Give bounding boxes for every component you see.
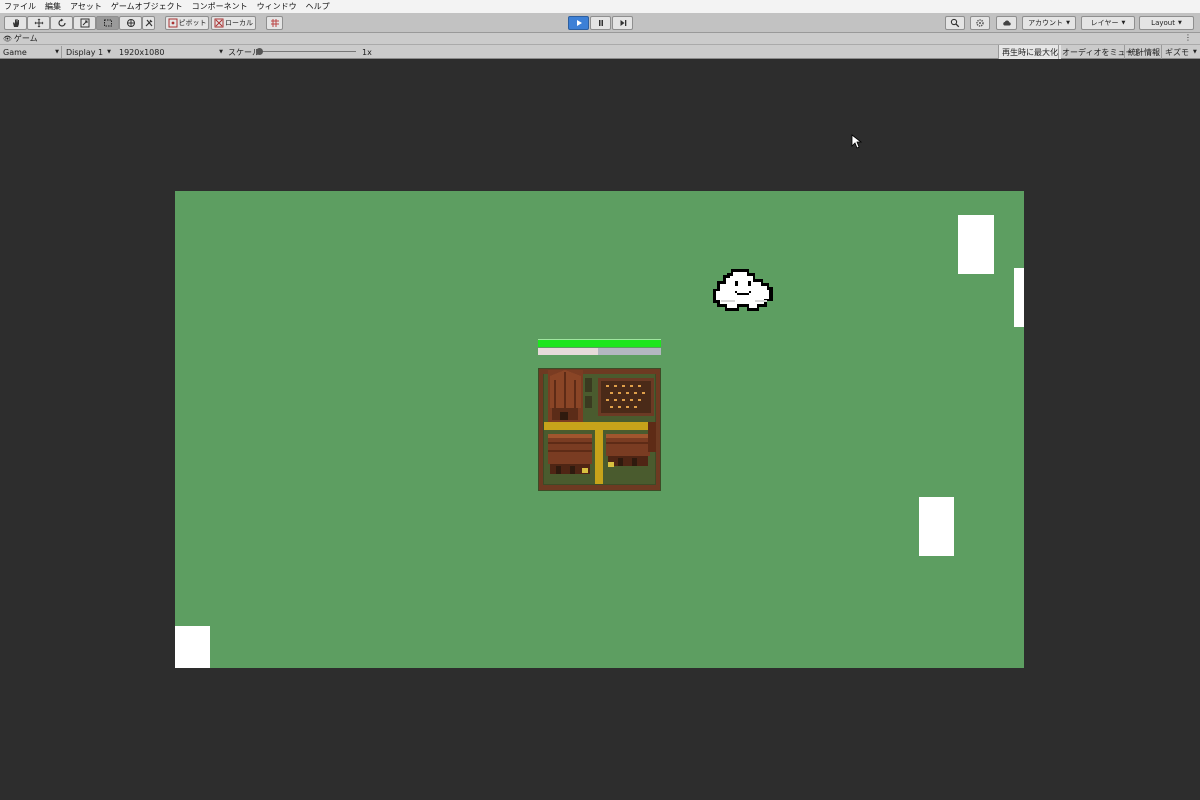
play-button[interactable] (568, 16, 589, 30)
menu-item[interactable]: ウィンドウ (257, 1, 297, 12)
scale-tool-icon (80, 18, 89, 28)
local-label: ローカル (225, 19, 253, 27)
menu-item[interactable]: コンポーネント (192, 1, 248, 12)
mouse-cursor-icon (851, 134, 863, 149)
white-block (958, 215, 994, 274)
rotate-tool-icon (57, 18, 66, 27)
experience-bar-fill (538, 348, 599, 355)
white-block (919, 497, 954, 556)
game-tab-label: ゲーム (13, 34, 38, 43)
collab-button[interactable] (970, 16, 990, 30)
gizmos-dropdown[interactable]: ギズモ (1161, 45, 1200, 59)
view-mode-label: Game (3, 47, 27, 57)
menu-item[interactable]: ファイル (4, 1, 36, 12)
health-bar (538, 339, 661, 347)
cloud-button[interactable] (996, 16, 1017, 30)
menu-bar: ファイル 編集 アセット ゲームオブジェクト コンポーネント ウィンドウ ヘルプ (0, 0, 1200, 13)
step-button[interactable] (612, 16, 633, 30)
stats-label: 統計情報 (1128, 47, 1160, 57)
game-screen[interactable] (175, 191, 1024, 668)
cloud-icon (1002, 20, 1011, 26)
pivot-icon (168, 18, 177, 28)
move-tool-icon (34, 18, 43, 28)
resolution-label: 1920x1080 (119, 47, 165, 57)
play-icon (576, 20, 582, 26)
stats-toggle[interactable]: 統計情報 (1124, 45, 1163, 59)
view-mode-dropdown[interactable]: Game (3, 45, 59, 59)
cloud-enemy-sprite[interactable] (711, 267, 773, 313)
search-icon (950, 18, 960, 28)
rect-tool-button[interactable] (96, 16, 119, 30)
layers-label: レイヤー (1090, 19, 1119, 27)
experience-bar (538, 348, 661, 355)
white-block (1014, 268, 1024, 327)
scale-tool-button[interactable] (73, 16, 96, 30)
display-dropdown[interactable]: Display 1 (66, 45, 111, 59)
menu-item[interactable]: 編集 (45, 1, 61, 12)
scale-slider-track[interactable] (259, 51, 356, 52)
maximize-label: 再生時に最大化 (1002, 47, 1058, 57)
step-icon (620, 20, 626, 26)
main-toolbar: ピボット ローカル アカウント レイヤー Layout (0, 13, 1200, 33)
transform-tool-button[interactable] (119, 16, 142, 30)
pause-button[interactable] (590, 16, 611, 30)
layout-label: Layout (1151, 19, 1175, 27)
scale-slider-handle[interactable] (256, 48, 263, 55)
grid-snap-icon (270, 19, 279, 27)
gizmos-label: ギズモ (1165, 47, 1189, 57)
white-block (175, 626, 210, 668)
move-tool-button[interactable] (27, 16, 50, 30)
game-panel-tab[interactable]: 👁 ゲーム ⋮ (0, 33, 1200, 45)
pivot-label: ピボット (178, 19, 207, 27)
layers-dropdown[interactable]: レイヤー (1081, 16, 1135, 30)
account-dropdown[interactable]: アカウント (1022, 16, 1076, 30)
local-toggle-button[interactable]: ローカル (211, 16, 256, 30)
hand-tool-button[interactable] (4, 16, 27, 30)
display-label: Display 1 (66, 47, 104, 57)
pause-icon (598, 20, 603, 26)
transform-tool-icon (126, 19, 135, 27)
search-button[interactable] (945, 16, 965, 30)
account-label: アカウント (1028, 19, 1064, 27)
settings-gear-icon (976, 19, 984, 27)
farm-building-sprite[interactable] (538, 368, 661, 491)
pivot-toggle-button[interactable]: ピボット (165, 16, 209, 30)
rect-tool-icon (103, 19, 112, 27)
separator (61, 46, 62, 58)
eye-icon: 👁 (3, 34, 12, 43)
rotate-tool-button[interactable] (50, 16, 73, 30)
layout-dropdown[interactable]: Layout (1139, 16, 1194, 30)
panel-menu-icon[interactable]: ⋮ (1184, 33, 1192, 42)
custom-tool-button[interactable] (142, 16, 155, 30)
custom-tool-icon (145, 19, 152, 27)
menu-item[interactable]: アセット (70, 1, 102, 12)
menu-item[interactable]: ヘルプ (306, 1, 330, 12)
local-icon (214, 18, 224, 28)
menu-item[interactable]: ゲームオブジェクト (111, 1, 183, 12)
grid-snapping-button[interactable] (266, 16, 283, 30)
game-view-toolbar: Game Display 1 1920x1080 スケール 1x 再生時に最大化… (0, 45, 1200, 59)
resolution-dropdown[interactable]: 1920x1080 (119, 45, 223, 59)
hand-tool-icon (12, 19, 19, 27)
scale-value: 1x (362, 47, 372, 57)
maximize-on-play-toggle[interactable]: 再生時に最大化 (998, 45, 1061, 59)
